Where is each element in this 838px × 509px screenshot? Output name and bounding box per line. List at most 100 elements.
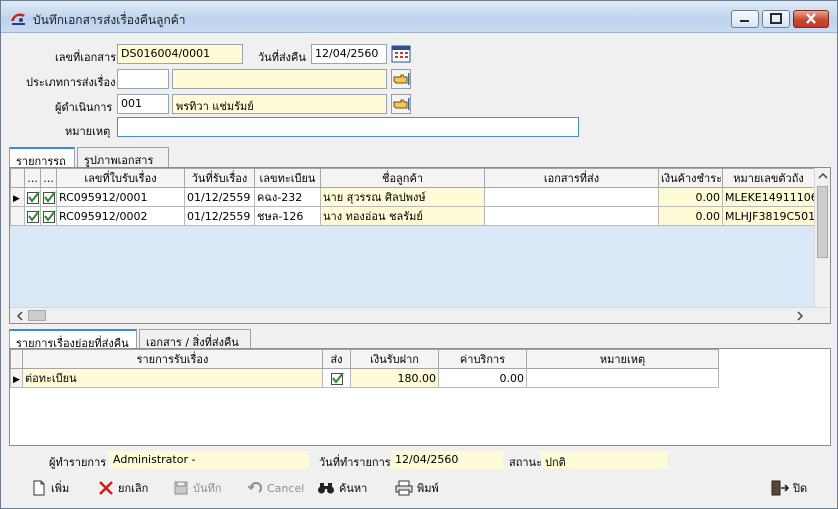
customer-cell[interactable]: นาย สุวรรณ ศิลปพงษ์ [320,187,485,207]
deposit-cell[interactable]: 180.00 [350,368,439,388]
scroll-thumb[interactable] [28,310,46,321]
print-button[interactable]: พิมพ์ [395,477,439,499]
return-date-label: วันที่ส่งคืน [258,51,306,64]
row-select-checkbox[interactable] [24,206,41,226]
new-document-icon [33,480,45,496]
receipt-no-cell[interactable]: RC095912/0002 [56,206,185,226]
delete-x-icon [99,481,113,495]
row-send-checkbox[interactable] [40,187,57,207]
chassis-cell[interactable]: MLEKE149111069 [722,187,815,207]
send-type-name-field[interactable] [172,69,387,89]
column-header[interactable]: หมายเหตุ [526,349,719,369]
outstanding-cell[interactable]: 0.00 [658,187,723,207]
close-icon [806,13,816,24]
row-indicator: ▶ [10,187,25,207]
fee-cell[interactable]: 0.00 [438,368,527,388]
lookup-hand-icon[interactable] [391,94,411,114]
delete-button[interactable]: ยกเลิก [98,477,148,499]
minimize-button[interactable] [731,10,759,28]
search-button[interactable]: ค้นหา [317,477,367,499]
send-type-code-field[interactable] [117,69,169,89]
scroll-right-icon[interactable] [792,308,808,324]
vehicles-header-row: ... ... เลขที่ใบรับเรื่อง วันที่รับเรื่อ… [10,168,815,188]
subitem-remark-cell[interactable] [526,368,719,388]
customer-cell[interactable]: นาง ทองอ่อน ชลรัมย์ [320,206,485,226]
column-header[interactable]: เลขที่ใบรับเรื่อง [56,168,185,188]
scroll-left-icon[interactable] [12,308,28,324]
column-header[interactable]: รายการรับเรื่อง [22,349,323,369]
outstanding-cell[interactable]: 0.00 [658,206,723,226]
current-row-arrow-icon: ▶ [13,193,20,204]
tab-returned-documents[interactable]: เอกสาร / สิ่งที่ส่งคืน [139,329,251,349]
docs-cell[interactable] [484,187,659,207]
tab-returned-subitems[interactable]: รายการเรื่องย่อยที่ส่งคืน [9,329,137,350]
table-row[interactable]: ▶ RC095912/0001 01/12/2559 คฉง-232 นาย ส… [10,187,815,207]
tab-document-images[interactable]: รูปภาพเอกสาร [77,147,169,167]
save-disk-icon [174,481,188,495]
minimize-icon [740,20,749,22]
operator-label: ผู้ดำเนินการ [55,101,113,114]
close-button[interactable] [793,10,829,28]
row-select-checkbox[interactable] [24,187,41,207]
plate-cell[interactable]: คฉง-232 [254,187,321,207]
checkmark-icon [28,209,40,222]
receipt-date-cell[interactable]: 01/12/2559 [184,206,255,226]
column-header[interactable]: เงินค้างชำระ [658,168,723,188]
table-row[interactable]: RC095912/0002 01/12/2559 ชษล-126 นาง ทอง… [10,206,815,226]
remark-field[interactable] [117,117,579,137]
status-bar: ผู้ทำรายการ Administrator - วันที่ทำรายก… [9,449,831,471]
column-header[interactable]: หมายเลขตัวถัง [722,168,815,188]
checkmark-icon [28,190,40,203]
subitem-name-cell[interactable]: ต่อทะเบียน [22,368,323,388]
column-header[interactable]: เลขทะเบียน [254,168,321,188]
lookup-hand-icon[interactable] [391,69,411,89]
plate-cell[interactable]: ชษล-126 [254,206,321,226]
recorder-label: ผู้ทำรายการ [49,456,107,469]
cancel-button-label: Cancel [267,481,305,495]
cancel-button[interactable]: Cancel [247,477,304,499]
column-header[interactable]: วันที่รับเรื่อง [184,168,255,188]
remark-label: หมายเหตุ [65,125,111,138]
subitem-sent-checkbox[interactable] [322,368,351,388]
column-header[interactable]: ส่ง [322,349,351,369]
column-header[interactable]: ... [24,168,41,188]
scroll-thumb[interactable] [817,186,828,258]
column-header[interactable]: เอกสารที่ส่ง [484,168,659,188]
exit-door-icon [771,480,789,496]
state-label: สถานะ [509,456,542,469]
operator-name-field[interactable]: พรทิวา แช่มรัมย์ [172,94,387,114]
row-send-checkbox[interactable] [40,206,57,226]
column-header[interactable]: ... [40,168,57,188]
chassis-cell[interactable]: MLHJF3819C5011 [722,206,815,226]
table-row[interactable]: ▶ ต่อทะเบียน 180.00 0.00 [10,368,719,388]
close-form-button[interactable]: ปิด [771,477,807,499]
add-button-label: เพิ่ม [51,482,70,495]
receipt-no-cell[interactable]: RC095912/0001 [56,187,185,207]
window-title: บันทึกเอกสารส่งเรื่องคืนลูกค้า [33,13,186,27]
checkmark-icon [44,190,56,203]
vehicles-horizontal-scrollbar[interactable] [10,307,830,323]
title-bar[interactable]: บันทึกเอกสารส่งเรื่องคืนลูกค้า [1,1,837,33]
operator-code-field[interactable]: 001 [117,94,169,114]
column-header[interactable]: เงินรับฝาก [350,349,439,369]
current-row-arrow-icon: ▶ [13,374,20,385]
save-button[interactable]: บันทึก [173,477,221,499]
docs-cell[interactable] [484,206,659,226]
binoculars-icon [318,483,334,494]
vehicles-vertical-scrollbar[interactable] [814,168,830,307]
receipt-date-cell[interactable]: 01/12/2559 [184,187,255,207]
delete-button-label: ยกเลิก [118,482,149,495]
add-button[interactable]: เพิ่ม [31,477,69,499]
scroll-up-icon[interactable] [815,168,831,184]
return-date-field[interactable]: 12/04/2560 [311,44,387,64]
print-button-label: พิมพ์ [417,482,439,495]
tab-vehicles[interactable]: รายการรถ [9,147,75,168]
column-header[interactable]: ชื่อลูกค้า [320,168,485,188]
checkmark-icon [331,371,344,384]
doc-no-field[interactable]: DS016004/0001 [117,44,243,64]
maximize-button[interactable] [762,10,790,28]
calendar-icon[interactable] [391,44,411,64]
app-window: บันทึกเอกสารส่งเรื่องคืนลูกค้า เลขที่เอก… [0,0,838,509]
row-indicator-header [10,168,25,188]
column-header[interactable]: ค่าบริการ [438,349,527,369]
